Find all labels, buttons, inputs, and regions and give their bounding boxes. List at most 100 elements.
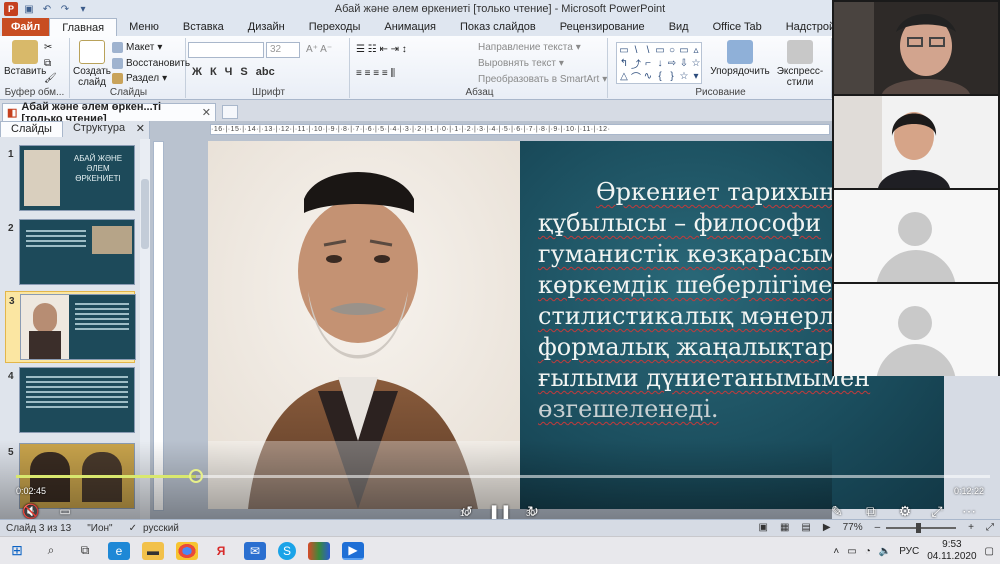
pane-close-icon[interactable]: ✕: [136, 122, 145, 135]
skip-forward-button[interactable]: ↻ 30: [524, 503, 542, 519]
slideshow-view-icon[interactable]: ▶: [823, 522, 831, 533]
tab-animation[interactable]: Анимация: [372, 18, 448, 36]
shapes-gallery[interactable]: ▭ \ \ ▭ ○ ▭ ▵ ↰ ⤴ ⌐ ↓ ⇨ ⇩ ☆ △ ⌒ ∿{} ☆ ▾: [616, 42, 702, 84]
search-icon[interactable]: ⌕: [40, 542, 62, 560]
italic-button[interactable]: К: [210, 66, 217, 78]
zoom-out-icon[interactable]: –: [875, 522, 881, 533]
cut-icon[interactable]: ✂: [44, 42, 52, 53]
tab-home[interactable]: Главная: [49, 18, 118, 36]
tab-office-tab[interactable]: Office Tab: [701, 18, 774, 36]
clipboard-icon: [12, 40, 39, 64]
thumb-image: [20, 294, 136, 360]
mute-icon[interactable]: 🔇: [22, 503, 40, 519]
smartart-button[interactable]: Преобразовать в SmartArt ▾: [478, 74, 607, 85]
save-icon[interactable]: ▣: [22, 2, 36, 16]
tab-slideshow[interactable]: Показ слайдов: [448, 18, 548, 36]
undo-icon[interactable]: ↶: [40, 2, 54, 16]
bullets-icon[interactable]: ☰ ☷ ⇤ ⇥ ↕: [356, 44, 407, 55]
layout-button[interactable]: Макет ▾: [112, 42, 162, 53]
document-tab-close-icon[interactable]: ✕: [202, 106, 211, 119]
scrollbar-thumb[interactable]: [141, 179, 149, 249]
captions-icon[interactable]: ▭: [56, 503, 74, 519]
quick-styles-label: Экспресс-стили: [776, 66, 824, 88]
document-tab[interactable]: ◧ Абай және әлем өркен...ті [только чтен…: [2, 101, 216, 125]
spellcheck-icon[interactable]: ✓: [129, 523, 137, 534]
format-painter-icon[interactable]: 🖌: [44, 73, 57, 84]
more-options-icon[interactable]: ⋯: [960, 503, 978, 519]
reset-button[interactable]: Восстановить: [112, 58, 190, 69]
paste-button[interactable]: Вставить: [4, 40, 46, 77]
tray-expand-icon[interactable]: ˄: [833, 546, 839, 557]
mail-icon[interactable]: ✉: [244, 541, 266, 560]
zoom-slider[interactable]: [886, 522, 957, 533]
language-indicator[interactable]: русский: [143, 523, 179, 534]
text-direction-button[interactable]: Направление текста ▾: [478, 42, 581, 53]
task-view-icon[interactable]: ⧉: [74, 542, 96, 560]
tab-file[interactable]: Файл: [2, 18, 50, 36]
thumb-number: 4: [8, 371, 14, 382]
align-icons[interactable]: ≡ ≡ ≡ ≡ ⫼: [356, 68, 395, 79]
new-document-tab-button[interactable]: [222, 105, 238, 119]
edge-browser-icon[interactable]: e: [108, 541, 130, 560]
redo-icon[interactable]: ↷: [58, 2, 72, 16]
picture-in-picture-icon[interactable]: ⧉: [862, 503, 880, 519]
zoom-level[interactable]: 77%: [843, 522, 863, 533]
wifi-icon[interactable]: ◔: [865, 546, 871, 557]
participant-video-1[interactable]: [834, 2, 998, 94]
normal-view-icon[interactable]: ▣: [759, 522, 768, 533]
winrar-icon[interactable]: [308, 541, 330, 560]
underline-button[interactable]: Ч: [225, 66, 233, 78]
skype-icon[interactable]: S: [278, 541, 296, 560]
tab-outline[interactable]: Структура: [63, 121, 135, 137]
tab-view[interactable]: Вид: [657, 18, 701, 36]
reading-view-icon[interactable]: ▤: [801, 522, 810, 533]
zoom-app-icon[interactable]: ▶: [342, 541, 364, 560]
tab-slides[interactable]: Слайды: [0, 121, 63, 137]
participant-tile-4[interactable]: [834, 284, 998, 376]
font-name-input[interactable]: [188, 42, 264, 58]
fullscreen-icon[interactable]: ⤢: [928, 503, 946, 519]
zoom-in-icon[interactable]: +: [968, 522, 974, 533]
arrange-button[interactable]: Упорядочить: [710, 40, 770, 77]
tab-menu[interactable]: Меню: [117, 18, 171, 36]
tab-transitions[interactable]: Переходы: [297, 18, 373, 36]
grow-font-icon[interactable]: A⁺ A⁻: [306, 44, 332, 55]
font-size-input[interactable]: 32: [266, 42, 300, 58]
copy-icon[interactable]: ⧉: [44, 58, 51, 69]
quick-styles-button[interactable]: Экспресс-стили: [770, 40, 830, 88]
tab-review[interactable]: Рецензирование: [548, 18, 657, 36]
battery-icon[interactable]: ▭: [847, 546, 856, 557]
sorter-view-icon[interactable]: ▦: [780, 522, 789, 533]
participant-video-2[interactable]: [834, 96, 998, 188]
pause-icon[interactable]: ❚❚: [488, 503, 511, 519]
bold-button[interactable]: Ж: [192, 66, 202, 78]
align-text-button[interactable]: Выровнять текст ▾: [478, 58, 564, 69]
chrome-browser-icon[interactable]: [176, 541, 198, 560]
notifications-icon[interactable]: ▢: [985, 546, 994, 557]
playback-progress-bar[interactable]: [16, 469, 990, 483]
horizontal-ruler: ·16·|·15·|·14·|·13·|·12·|·11·|·10·|·9·|·…: [210, 124, 830, 135]
quick-styles-icon: [787, 40, 813, 64]
slide-thumb-3[interactable]: 3: [5, 291, 136, 363]
fit-to-window-icon[interactable]: ⤢: [986, 522, 994, 533]
input-language[interactable]: РУС: [899, 546, 919, 557]
yandex-browser-icon[interactable]: Я: [210, 542, 232, 560]
tab-insert[interactable]: Вставка: [171, 18, 236, 36]
file-explorer-icon[interactable]: ▬: [142, 541, 164, 560]
skip-back-button[interactable]: ↺ 10: [458, 503, 476, 519]
pen-icon[interactable]: ✎: [828, 503, 846, 519]
clock[interactable]: 9:53 04.11.2020: [927, 539, 976, 563]
section-button[interactable]: Раздел ▾: [112, 73, 167, 84]
total-time: 0:12:22: [953, 486, 984, 496]
volume-icon[interactable]: 🔈: [879, 546, 891, 557]
customize-qat-icon[interactable]: ▾: [76, 2, 90, 16]
settings-icon[interactable]: ⚙: [896, 503, 914, 519]
shadow-button[interactable]: S: [240, 66, 247, 78]
participant-tile-3[interactable]: [834, 190, 998, 282]
windows-start-icon[interactable]: ⊞: [6, 542, 28, 560]
new-slide-button[interactable]: Создать слайд: [73, 40, 111, 88]
strikethrough-button[interactable]: abc: [256, 66, 275, 78]
paragraph-group-label: Абзац: [465, 87, 494, 98]
tab-design[interactable]: Дизайн: [236, 18, 297, 36]
avatar-body: [876, 344, 956, 376]
